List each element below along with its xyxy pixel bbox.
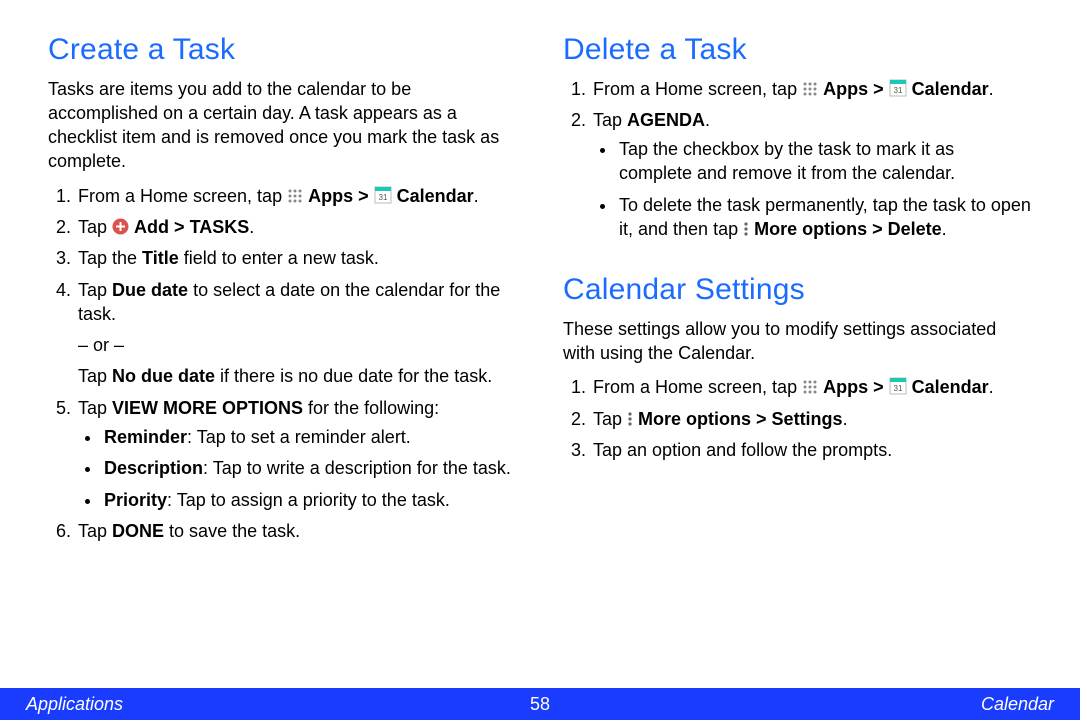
list-item: Description: Tap to write a description … (102, 456, 517, 480)
text: Tap (593, 110, 627, 130)
priority-label: Priority (104, 490, 167, 510)
text: : Tap to write a description for the tas… (203, 458, 511, 478)
apps-grid-icon (287, 188, 303, 204)
list-item: From a Home screen, tap Apps > 31 Calend… (591, 77, 1032, 101)
text: Tap (78, 217, 112, 237)
options-bullets: Reminder: Tap to set a reminder alert. D… (78, 425, 517, 512)
text: From a Home screen, tap (593, 79, 802, 99)
calendar-31-icon: 31 (889, 377, 907, 395)
no-due-date-label: No due date (112, 366, 215, 386)
text: . (474, 186, 479, 206)
list-item: Tap Due date to select a date on the cal… (76, 278, 517, 389)
list-item: Tap AGENDA. Tap the checkbox by the task… (591, 108, 1032, 241)
text: Tap (78, 366, 112, 386)
due-date-label: Due date (112, 280, 188, 300)
text: From a Home screen, tap (593, 377, 802, 397)
heading-create-task: Create a Task (48, 30, 517, 71)
list-item: Tap the Title field to enter a new task. (76, 246, 517, 270)
text: . (843, 409, 848, 429)
apps-grid-icon (802, 81, 818, 97)
text: Tap (593, 409, 627, 429)
description-label: Description (104, 458, 203, 478)
footer-left: Applications (26, 692, 123, 716)
title-label: Title (142, 248, 179, 268)
text: > (358, 186, 374, 206)
more-options-delete-label: More options > Delete (754, 219, 942, 239)
list-item: Tap Add > TASKS. (76, 215, 517, 239)
intro-create-task: Tasks are items you add to the calendar … (48, 77, 517, 174)
more-options-icon (627, 411, 633, 427)
list-item: Tap VIEW MORE OPTIONS for the following:… (76, 396, 517, 512)
heading-delete-task: Delete a Task (563, 30, 1032, 71)
view-more-options-label: VIEW MORE OPTIONS (112, 398, 303, 418)
text: . (249, 217, 254, 237)
text: if there is no due date for the task. (215, 366, 492, 386)
tasks-label: TASKS (190, 217, 250, 237)
text: field to enter a new task. (179, 248, 379, 268)
list-item: Tap More options > Settings. (591, 407, 1032, 431)
text: . (942, 219, 947, 239)
text: : Tap to assign a priority to the task. (167, 490, 450, 510)
apps-label: Apps (823, 377, 868, 397)
more-options-settings-label: More options > Settings (638, 409, 843, 429)
text: From a Home screen, tap (78, 186, 287, 206)
intro-calendar-settings: These settings allow you to modify setti… (563, 317, 1032, 366)
list-item: Tap the checkbox by the task to mark it … (617, 137, 1032, 186)
text: Tap (78, 280, 112, 300)
text: : Tap to set a reminder alert. (187, 427, 411, 447)
apps-label: Apps (823, 79, 868, 99)
create-task-steps: From a Home screen, tap Apps > 31 Calend… (48, 184, 517, 544)
svg-text:31: 31 (378, 193, 387, 202)
list-item: Reminder: Tap to set a reminder alert. (102, 425, 517, 449)
text: . (989, 377, 994, 397)
text: . (705, 110, 710, 130)
list-item: From a Home screen, tap Apps > 31 Calend… (76, 184, 517, 208)
text: . (989, 79, 994, 99)
calendar-label: Calendar (912, 79, 989, 99)
left-column: Create a Task Tasks are items you add to… (48, 30, 517, 688)
right-column: Delete a Task From a Home screen, tap Ap… (563, 30, 1032, 688)
list-item: From a Home screen, tap Apps > 31 Calend… (591, 375, 1032, 399)
page-footer: Applications 58 Calendar (0, 688, 1080, 720)
footer-right: Calendar (981, 692, 1054, 716)
text: Tap (78, 521, 112, 541)
add-label: Add > (134, 217, 185, 237)
list-item: Tap an option and follow the prompts. (591, 438, 1032, 462)
delete-bullets: Tap the checkbox by the task to mark it … (593, 137, 1032, 241)
add-circle-icon (112, 218, 129, 235)
text: to save the task. (164, 521, 300, 541)
calendar-31-icon: 31 (374, 186, 392, 204)
text: for the following: (303, 398, 439, 418)
text: > (873, 377, 889, 397)
list-item: Priority: Tap to assign a priority to th… (102, 488, 517, 512)
delete-task-steps: From a Home screen, tap Apps > 31 Calend… (563, 77, 1032, 242)
list-item: To delete the task permanently, tap the … (617, 193, 1032, 242)
footer-page-number: 58 (530, 692, 550, 716)
or-divider: – or – (78, 333, 517, 357)
text: > (873, 79, 889, 99)
apps-label: Apps (308, 186, 353, 206)
text: Tap the (78, 248, 142, 268)
text: Tap (78, 398, 112, 418)
calendar-label: Calendar (912, 377, 989, 397)
calendar-settings-steps: From a Home screen, tap Apps > 31 Calend… (563, 375, 1032, 462)
list-item: Tap DONE to save the task. (76, 519, 517, 543)
svg-text:31: 31 (893, 86, 902, 95)
calendar-label: Calendar (397, 186, 474, 206)
agenda-label: AGENDA (627, 110, 705, 130)
reminder-label: Reminder (104, 427, 187, 447)
done-label: DONE (112, 521, 164, 541)
more-options-icon (743, 221, 749, 237)
apps-grid-icon (802, 379, 818, 395)
heading-calendar-settings: Calendar Settings (563, 270, 1032, 311)
svg-text:31: 31 (893, 384, 902, 393)
calendar-31-icon: 31 (889, 79, 907, 97)
